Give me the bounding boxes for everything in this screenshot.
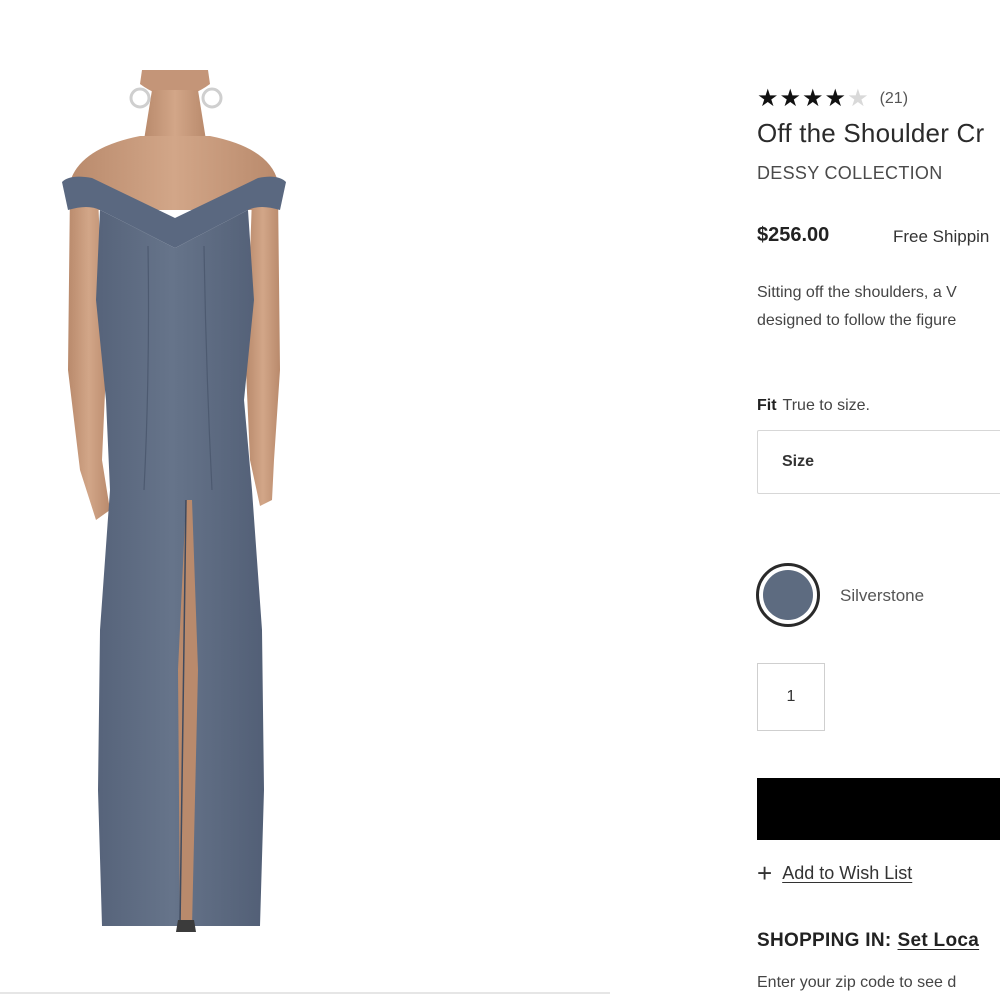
shipping-info: Free Shippin — [893, 227, 990, 246]
fit-label: Fit — [757, 397, 777, 414]
fit-value: True to size. — [782, 397, 870, 414]
shopping-location: SHOPPING IN: Set Loca — [757, 930, 979, 952]
star-filled-icon: ★ — [802, 85, 824, 112]
star-filled-icon: ★ — [824, 85, 847, 112]
size-select-label: Size — [782, 453, 815, 470]
product-page: ★ ★ ★ ★ ★ (21) Off the Shoulder Cr DESSY… — [0, 0, 1000, 1000]
product-description: Sitting off the shoulders, a V designed … — [757, 279, 957, 335]
star-filled-icon: ★ — [757, 85, 779, 112]
product-price: $256.00 — [757, 224, 830, 246]
wishlist-label: Add to Wish List — [782, 862, 913, 883]
swatch-fill — [763, 570, 813, 620]
quantity-input[interactable]: 1 — [757, 663, 825, 731]
set-location-link[interactable]: Set Loca — [898, 930, 980, 951]
add-to-bag-button[interactable] — [757, 778, 1000, 840]
zip-code-note: Enter your zip code to see d — [757, 974, 957, 991]
product-title: Off the Shoulder Cr — [757, 118, 985, 148]
description-line: designed to follow the figure — [757, 312, 957, 329]
add-to-wishlist-link[interactable]: + Add to Wish List — [757, 860, 912, 886]
plus-icon: + — [757, 858, 773, 888]
size-select[interactable]: Size — [757, 430, 1000, 494]
rating[interactable]: ★ ★ ★ ★ ★ (21) — [757, 86, 908, 112]
shopping-in-label: SHOPPING IN: — [757, 930, 892, 951]
star-filled-icon: ★ — [779, 85, 802, 112]
model-in-off-shoulder-gown-icon — [62, 70, 286, 932]
color-name: Silverstone — [840, 586, 925, 605]
review-count[interactable]: (21) — [880, 90, 908, 108]
brand-name[interactable]: DESSY COLLECTION — [757, 163, 943, 184]
description-line: Sitting off the shoulders, a V — [757, 284, 957, 301]
color-swatch-silverstone[interactable] — [756, 563, 820, 627]
product-image[interactable] — [40, 70, 340, 950]
divider — [0, 992, 610, 994]
fit-info: Fit True to size. — [757, 397, 870, 415]
star-empty-icon: ★ — [847, 85, 869, 112]
